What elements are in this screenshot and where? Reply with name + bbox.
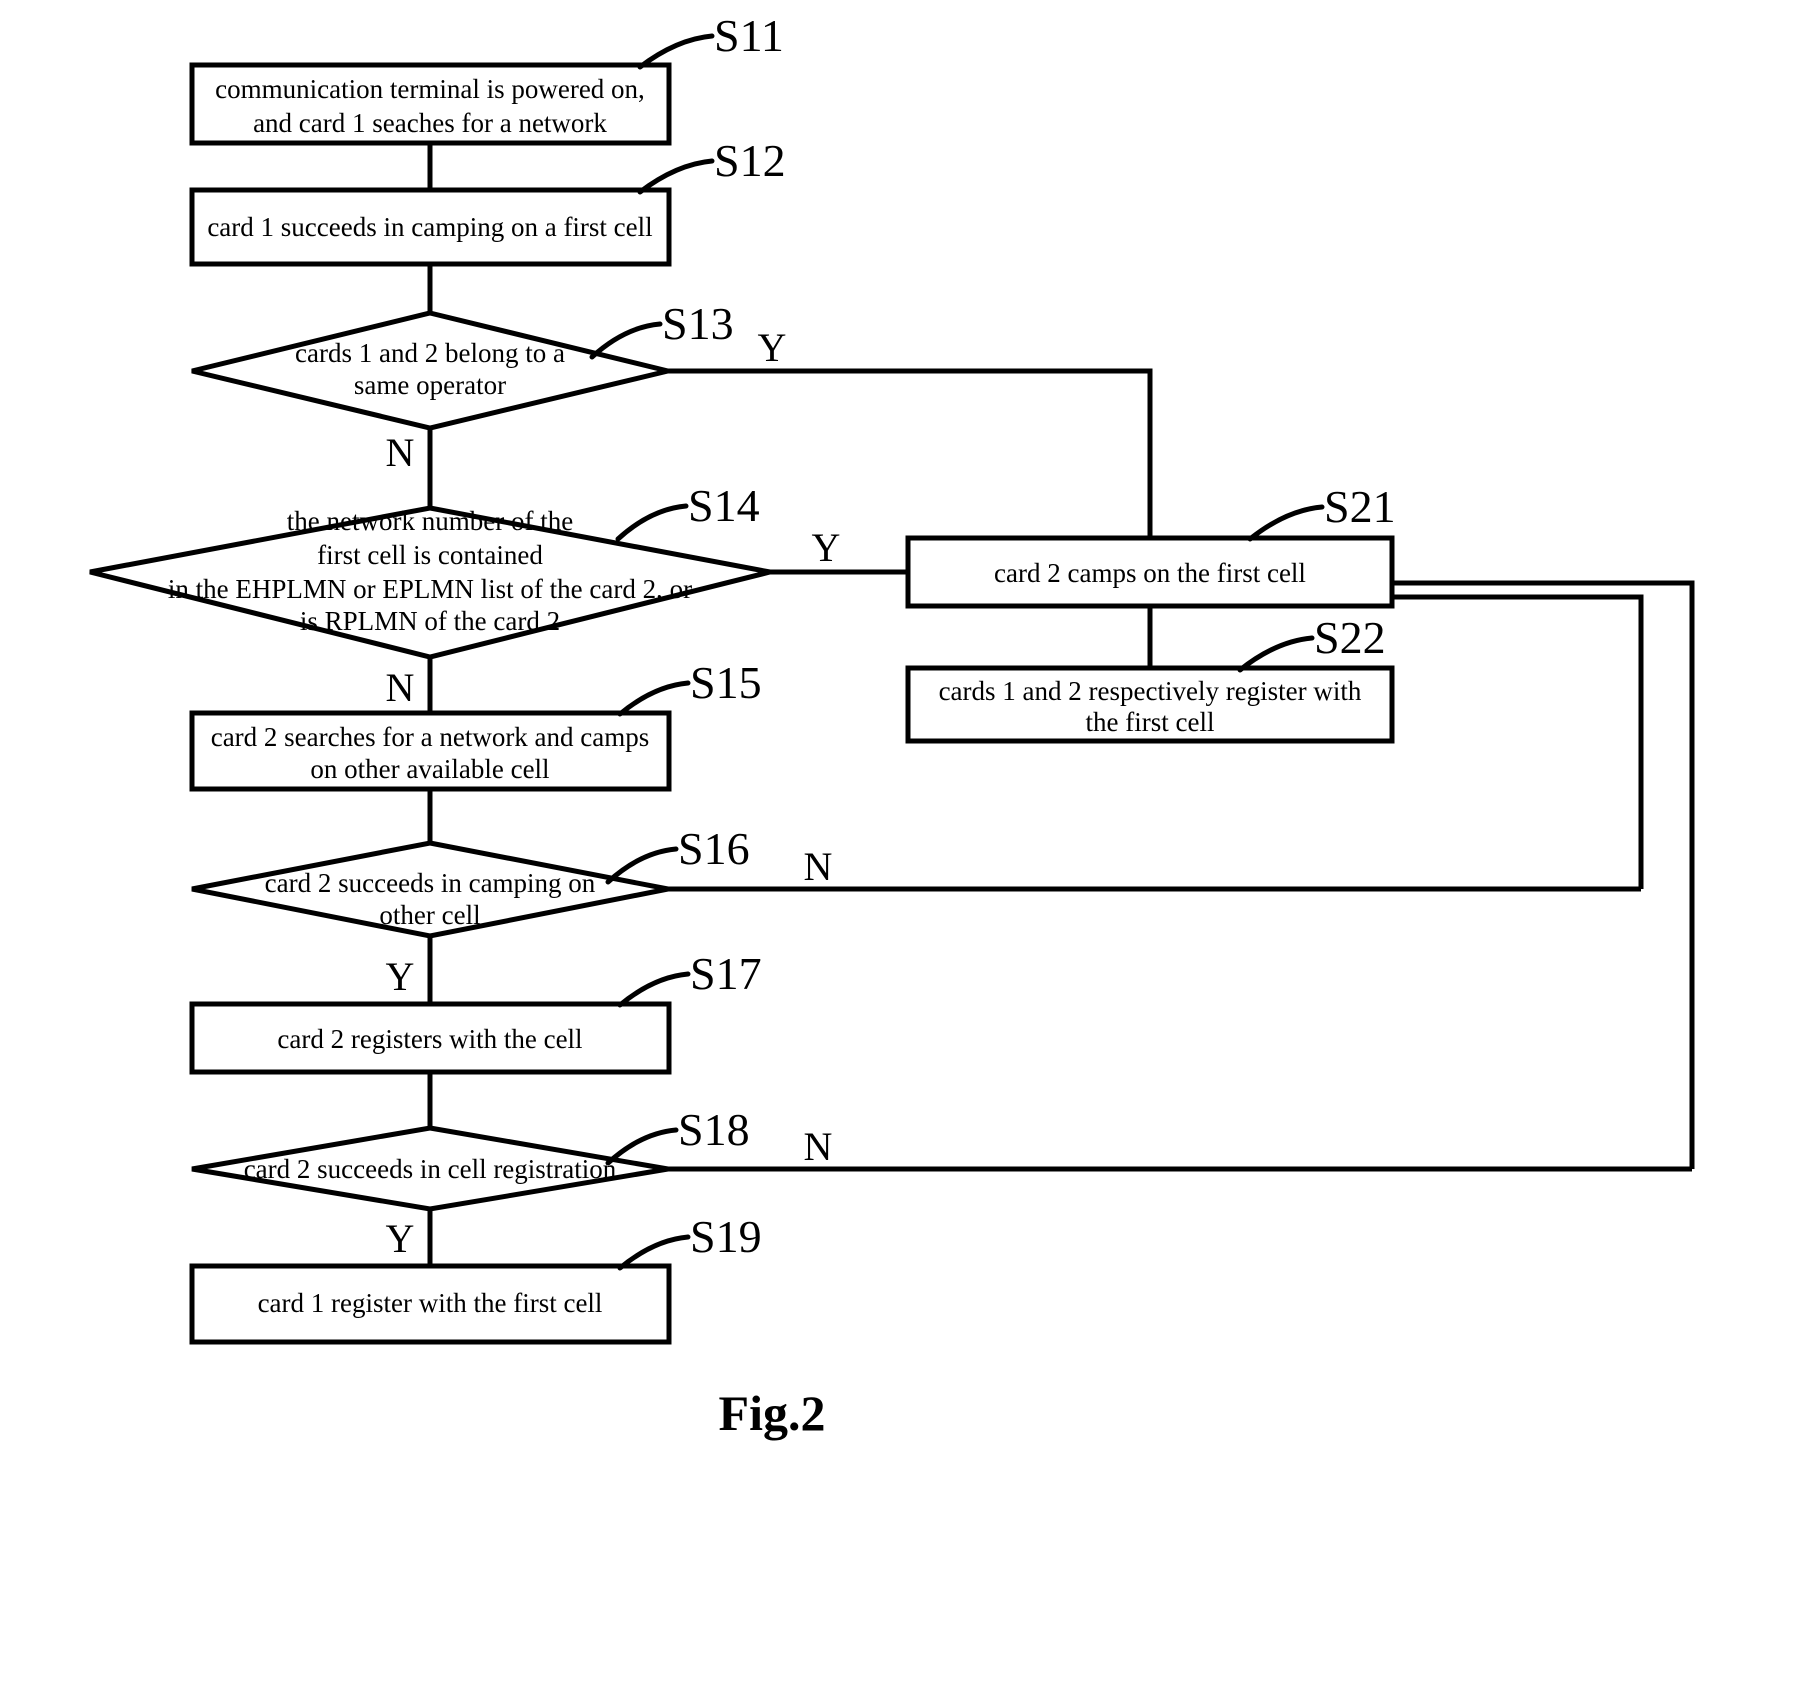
node-s21[interactable]: card 2 camps on the first cell: [905, 535, 1395, 609]
branch-label-s13-no: N: [386, 430, 415, 475]
branch-label-s16-no: N: [804, 844, 833, 889]
node-s12[interactable]: card 1 succeeds in camping on a first ce…: [189, 187, 672, 267]
branch-label-s16-yes: Y: [386, 954, 415, 999]
leader-s19: [617, 1234, 691, 1271]
step-label-s22: S22: [1314, 612, 1386, 663]
step-label-s16-group: S16: [605, 823, 750, 885]
node-s18[interactable]: card 2 succeeds in cell registration: [191, 1125, 669, 1212]
node-s11[interactable]: communication terminal is powered on, an…: [189, 62, 672, 146]
node-s21-line-1: card 2 camps on the first cell: [994, 558, 1306, 588]
step-label-s21: S21: [1324, 481, 1396, 532]
node-s14[interactable]: the network number of the first cell is …: [89, 505, 771, 660]
step-label-s13-group: S13: [589, 298, 734, 360]
step-label-s22-group: S22: [1237, 612, 1386, 673]
return-bus-outer-s21: [1392, 580, 1695, 1169]
node-s14-line-1: the network number of the: [287, 506, 573, 536]
figure-caption: Fig.2: [719, 1385, 826, 1441]
node-s17[interactable]: card 2 registers with the cell: [189, 1001, 672, 1075]
node-s14-line-4: is RPLMN of the card 2: [300, 606, 560, 636]
step-label-s16: S16: [678, 823, 750, 874]
step-label-s19: S19: [690, 1211, 762, 1262]
step-label-s12: S12: [714, 135, 786, 186]
leader-s12: [637, 158, 715, 195]
step-label-s15: S15: [690, 657, 762, 708]
step-label-s19-group: S19: [617, 1211, 762, 1271]
flowchart-svg: communication terminal is powered on, an…: [89, 10, 1695, 1441]
node-s22-line-1: cards 1 and 2 respectively register with: [939, 676, 1362, 706]
node-s11-line-1: communication terminal is powered on,: [215, 74, 645, 104]
node-s17-line-1: card 2 registers with the cell: [277, 1024, 582, 1054]
step-label-s11: S11: [714, 10, 784, 61]
node-s11-line-2: and card 1 seaches for a network: [253, 108, 607, 138]
leader-s11: [637, 33, 715, 70]
node-s18-line-1: card 2 succeeds in cell registration: [244, 1154, 617, 1184]
node-s22[interactable]: cards 1 and 2 respectively register with…: [905, 665, 1395, 744]
step-label-s11-group: S11: [637, 10, 784, 70]
step-label-s14: S14: [688, 480, 760, 531]
node-s14-line-3: in the EHPLMN or EPLMN list of the card …: [168, 574, 692, 604]
node-s14-line-2: first cell is contained: [317, 540, 543, 570]
leader-s22: [1237, 635, 1315, 673]
step-label-s18: S18: [678, 1104, 750, 1155]
leader-s13: [589, 321, 663, 360]
leader-s17: [617, 971, 691, 1008]
step-label-s15-group: S15: [617, 657, 762, 717]
node-s13[interactable]: cards 1 and 2 belong to a same operator: [191, 310, 669, 431]
return-bus-inner-s21: [1392, 594, 1644, 889]
node-s22-line-2: the first cell: [1086, 707, 1215, 737]
figure-canvas: communication terminal is powered on, an…: [0, 0, 1820, 1705]
node-s19[interactable]: card 1 register with the first cell: [189, 1263, 672, 1345]
step-label-s14-group: S14: [615, 480, 760, 542]
branch-label-s14-no: N: [386, 665, 415, 710]
node-s13-line-2: same operator: [354, 370, 506, 400]
step-label-s17: S17: [690, 948, 762, 999]
node-s12-line-1: card 1 succeeds in camping on a first ce…: [207, 212, 652, 242]
node-s15-line-1: card 2 searches for a network and camps: [211, 722, 650, 752]
branch-label-s18-yes: Y: [386, 1216, 415, 1261]
step-label-s18-group: S18: [605, 1104, 750, 1166]
step-label-s17-group: S17: [617, 948, 762, 1008]
step-label-s21-group: S21: [1247, 481, 1396, 542]
node-s15-line-2: on other available cell: [310, 754, 549, 784]
node-s19-line-1: card 1 register with the first cell: [258, 1288, 603, 1318]
leader-s14: [615, 503, 689, 542]
leader-s21: [1247, 504, 1325, 542]
node-s13-line-1: cards 1 and 2 belong to a: [295, 338, 565, 368]
branch-label-s18-no: N: [804, 1124, 833, 1169]
leader-s15: [617, 680, 691, 717]
node-s16-line-2: other cell: [379, 900, 480, 930]
node-s16[interactable]: card 2 succeeds in camping on other cell: [191, 840, 669, 939]
branch-label-s13-yes: Y: [758, 325, 787, 370]
step-label-s13: S13: [662, 298, 734, 349]
node-s16-line-1: card 2 succeeds in camping on: [265, 868, 596, 898]
node-s15[interactable]: card 2 searches for a network and camps …: [189, 710, 672, 792]
branch-label-s14-yes: Y: [812, 525, 841, 570]
